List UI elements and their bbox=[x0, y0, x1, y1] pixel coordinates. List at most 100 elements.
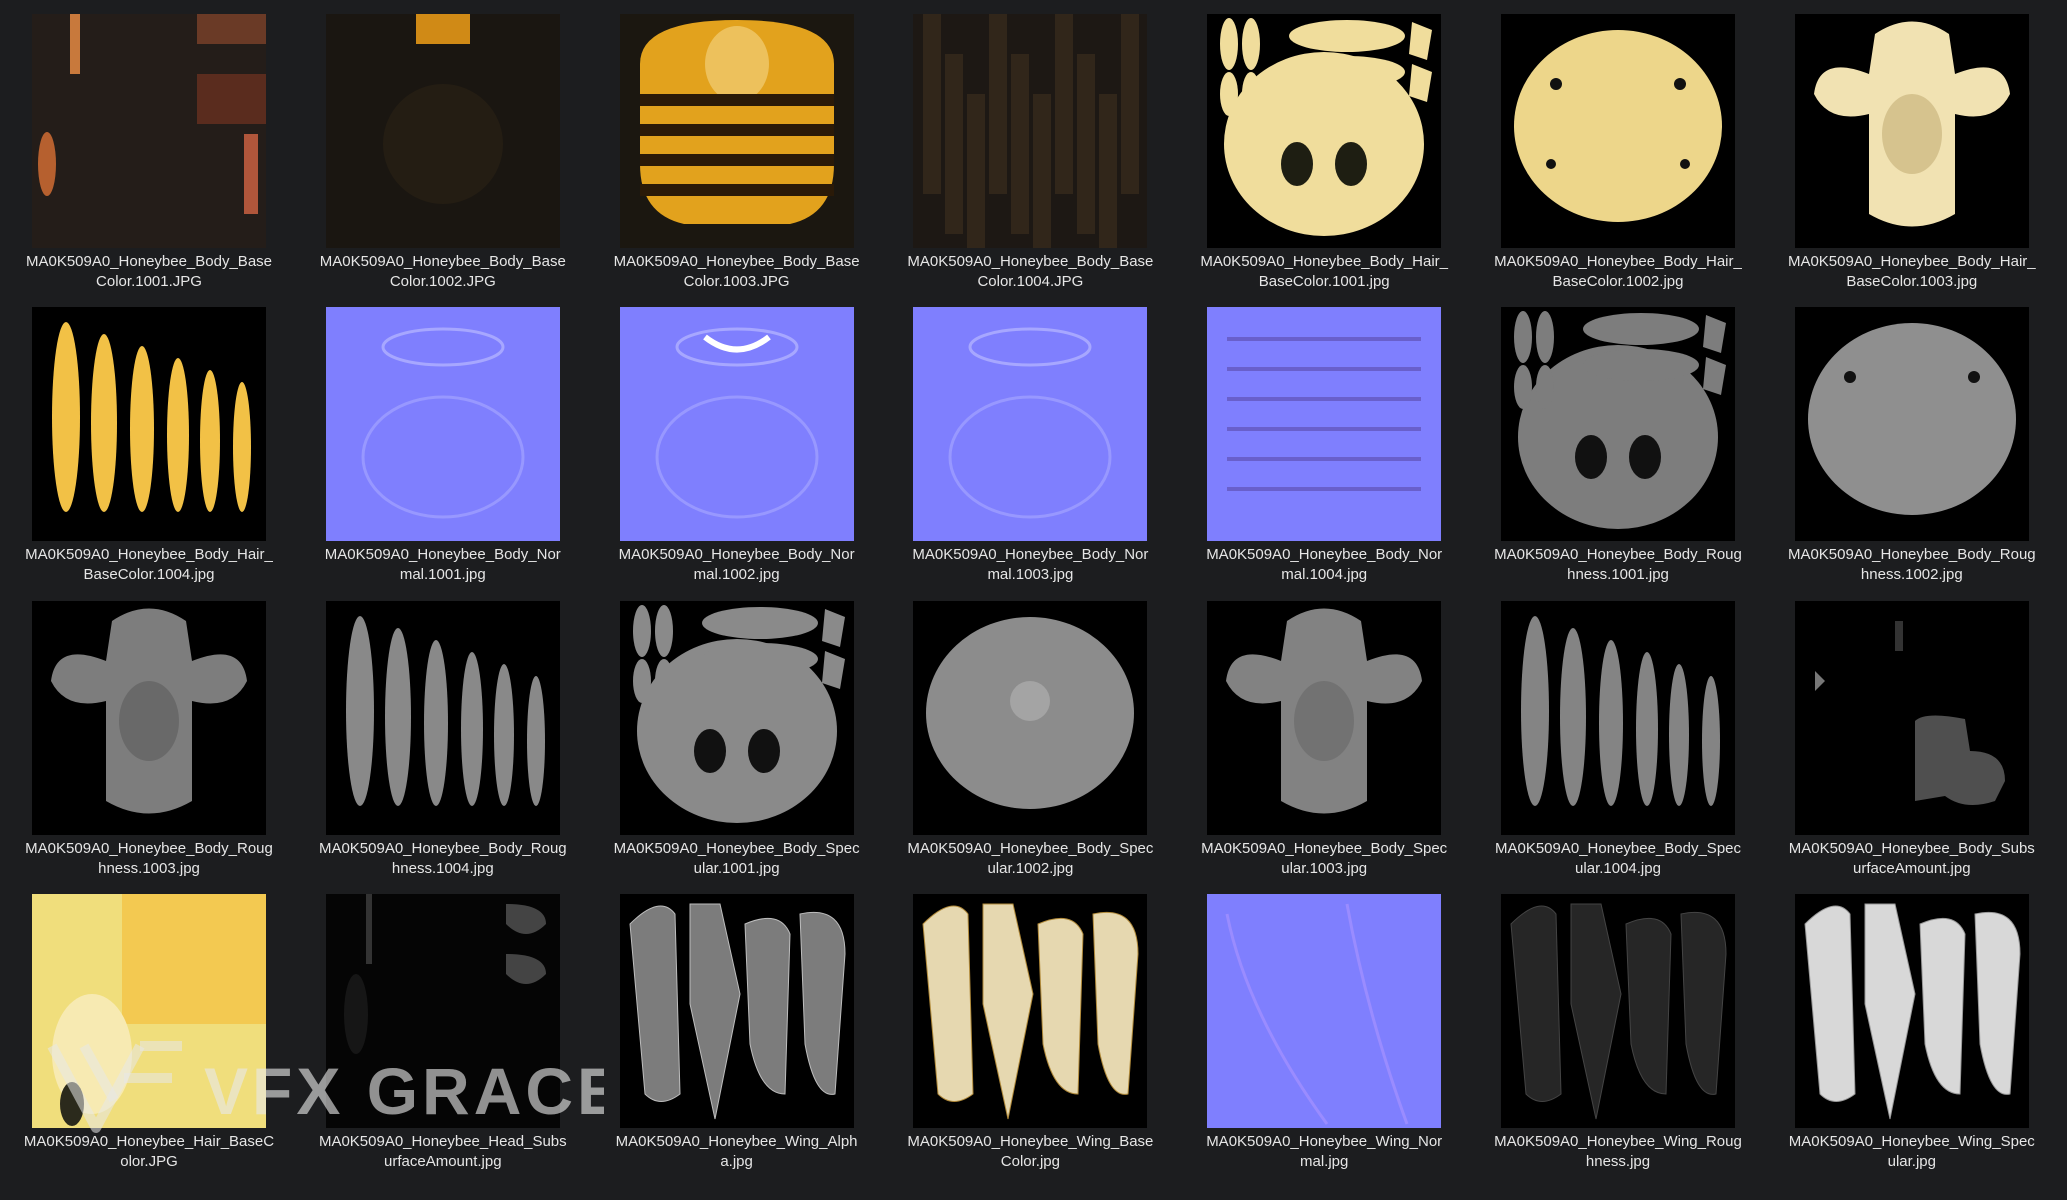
file-name-line-1: MA0K509A0_Honeybee_Body_Roug bbox=[1494, 546, 1742, 564]
file-name: MA0K509A0_Honeybee_Wing_Spec ular.jpg bbox=[1771, 1132, 2053, 1172]
body-subsurface-thumbnail[interactable] bbox=[1794, 600, 2029, 835]
file-name-line-1: MA0K509A0_Honeybee_Body_Base bbox=[907, 253, 1154, 270]
file-item[interactable]: MA0K509A0_Honeybee_Body_Roug hness.1004.j… bbox=[302, 587, 600, 883]
file-item[interactable]: MA0K509A0_Honeybee_Wing_Spec ular.jpg bbox=[1771, 880, 2067, 1176]
file-name: MA0K509A0_Honeybee_Body_Base Color.1003.J… bbox=[596, 252, 878, 292]
file-name-line-1: MA0K509A0_Honeybee_Body_Hair_ bbox=[25, 546, 273, 564]
file-name-line-2: mal.1004.jpg bbox=[1281, 566, 1368, 584]
file-name: MA0K509A0_Honeybee_Body_Hair_ BaseColor.1… bbox=[1183, 252, 1465, 292]
file-item[interactable]: MA0K509A0_Honeybee_Body_Roug hness.1001.j… bbox=[1477, 293, 1775, 589]
file-name-line-1: MA0K509A0_Honeybee_Head_Subs bbox=[318, 1133, 567, 1151]
file-name-line-2: Color.1002.JPG bbox=[389, 273, 496, 290]
file-item[interactable]: MA0K509A0_Honeybee_Body_Spec ular.1003.jp… bbox=[1183, 587, 1481, 883]
file-name-line-1: MA0K509A0_Honeybee_Body_Roug bbox=[1787, 546, 2036, 564]
body-basecolor-1002-thumbnail[interactable] bbox=[325, 14, 560, 248]
file-name-line-1: MA0K509A0_Honeybee_Wing_Nor bbox=[1206, 1133, 1443, 1151]
file-name-line-2: mal.1003.jpg bbox=[987, 566, 1074, 584]
wing-roughness-thumbnail[interactable] bbox=[1501, 894, 1735, 1129]
hair-basecolor-thumbnail[interactable] bbox=[32, 894, 266, 1129]
file-name-line-2: ular.1004.jpg bbox=[1575, 859, 1661, 877]
file-name: MA0K509A0_Honeybee_Body_Roug hness.1002.j… bbox=[1771, 545, 2053, 585]
file-item[interactable]: MA0K509A0_Honeybee_Body_Hair_ BaseColor.1… bbox=[1183, 0, 1481, 296]
file-name: MA0K509A0_Honeybee_Wing_Roug hness.jpg bbox=[1477, 1132, 1759, 1172]
file-name-line-2: urfaceAmount.jpg bbox=[1853, 859, 1971, 877]
head-subsurface-thumbnail[interactable] bbox=[325, 894, 560, 1129]
file-item[interactable]: MA0K509A0_Honeybee_Head_Subs urfaceAmount… bbox=[302, 880, 600, 1176]
roughness-1003-thumbnail[interactable] bbox=[32, 600, 266, 835]
normal-1003-thumbnail[interactable] bbox=[913, 307, 1148, 542]
file-item[interactable]: MA0K509A0_Honeybee_Wing_Base Color.jpg bbox=[889, 880, 1187, 1176]
file-name-line-1: MA0K509A0_Honeybee_Body_Nor bbox=[912, 546, 1149, 564]
file-item[interactable]: MA0K509A0_Honeybee_Body_Nor mal.1001.jpg bbox=[302, 293, 600, 589]
file-item[interactable]: MA0K509A0_Honeybee_Body_Subs urfaceAmount… bbox=[1771, 587, 2067, 883]
file-name: MA0K509A0_Honeybee_Body_Roug hness.1001.j… bbox=[1477, 545, 1759, 585]
file-item[interactable]: MA0K509A0_Honeybee_Body_Base Color.1004.J… bbox=[889, 0, 1187, 296]
wing-basecolor-thumbnail[interactable] bbox=[913, 894, 1148, 1129]
file-name-line-2: Color.1003.JPG bbox=[683, 273, 790, 290]
file-item[interactable]: MA0K509A0_Honeybee_Body_Roug hness.1002.j… bbox=[1771, 293, 2067, 589]
specular-1004-thumbnail[interactable] bbox=[1501, 600, 1735, 835]
file-item[interactable]: MA0K509A0_Honeybee_Body_Base Color.1002.J… bbox=[302, 0, 600, 296]
file-name-line-2: hness.jpg bbox=[1585, 1153, 1651, 1171]
specular-1003-thumbnail[interactable] bbox=[1207, 600, 1442, 835]
wing-specular-thumbnail[interactable] bbox=[1794, 894, 2029, 1129]
file-name: MA0K509A0_Honeybee_Body_Nor mal.1001.jpg bbox=[302, 545, 584, 585]
file-name-line-2: ular.1002.jpg bbox=[987, 859, 1074, 877]
body-basecolor-1003-thumbnail[interactable] bbox=[619, 14, 854, 248]
file-item[interactable]: MA0K509A0_Honeybee_Body_Spec ular.1001.jp… bbox=[596, 587, 894, 883]
file-name-line-1: MA0K509A0_Honeybee_Body_Spec bbox=[613, 839, 860, 857]
roughness-1004-thumbnail[interactable] bbox=[325, 600, 560, 835]
normal-1004-thumbnail[interactable] bbox=[1207, 307, 1442, 542]
normal-1001-thumbnail[interactable] bbox=[325, 307, 560, 542]
file-name: MA0K509A0_Honeybee_Body_Nor mal.1003.jpg bbox=[889, 545, 1171, 585]
file-name-line-1: MA0K509A0_Honeybee_Body_Hair_ bbox=[1787, 253, 2036, 270]
file-item[interactable]: MA0K509A0_Honeybee_Body_Hair_ BaseColor.1… bbox=[1477, 0, 1775, 296]
file-name-line-2: ular.1001.jpg bbox=[693, 859, 780, 877]
file-item[interactable]: MA0K509A0_Honeybee_Body_Base Color.1001.J… bbox=[8, 0, 306, 296]
file-name-line-2: ular.1003.jpg bbox=[1281, 859, 1368, 877]
file-name-line-1: MA0K509A0_Honeybee_Body_Hair_ bbox=[1494, 253, 1742, 270]
file-name: MA0K509A0_Honeybee_Body_Hair_ BaseColor.1… bbox=[1477, 252, 1759, 292]
wing-alpha-thumbnail[interactable] bbox=[619, 894, 854, 1129]
file-name-line-2: urfaceAmount.jpg bbox=[384, 1153, 502, 1171]
file-name: MA0K509A0_Honeybee_Body_Spec ular.1002.jp… bbox=[889, 839, 1171, 879]
file-item[interactable]: MA0K509A0_Honeybee_Body_Spec ular.1004.jp… bbox=[1477, 587, 1775, 883]
roughness-1001-thumbnail[interactable] bbox=[1501, 307, 1735, 542]
thumbnail-grid: MA0K509A0_Honeybee_Body_Base Color.1001.J… bbox=[8, 0, 2067, 1200]
file-name-line-2: a.jpg bbox=[720, 1153, 753, 1171]
hair-basecolor-1003-thumbnail[interactable] bbox=[1794, 14, 2029, 248]
file-name-line-2: hness.1003.jpg bbox=[98, 859, 200, 877]
file-name-line-2: mal.1002.jpg bbox=[693, 566, 780, 584]
specular-1001-thumbnail[interactable] bbox=[619, 600, 854, 835]
file-item[interactable]: MA0K509A0_Honeybee_Body_Hair_ BaseColor.1… bbox=[8, 293, 306, 589]
file-item[interactable]: MA0K509A0_Honeybee_Wing_Roug hness.jpg bbox=[1477, 880, 1775, 1176]
file-item[interactable]: MA0K509A0_Honeybee_Body_Spec ular.1002.jp… bbox=[889, 587, 1187, 883]
hair-basecolor-1004-thumbnail[interactable] bbox=[32, 307, 266, 542]
file-item[interactable]: MA0K509A0_Honeybee_Wing_Alph a.jpg bbox=[596, 880, 894, 1176]
file-name-line-2: olor.JPG bbox=[120, 1153, 178, 1171]
file-name: MA0K509A0_Honeybee_Body_Nor mal.1002.jpg bbox=[596, 545, 878, 585]
file-name-line-2: Color.jpg bbox=[1000, 1153, 1060, 1171]
body-basecolor-1004-thumbnail[interactable] bbox=[913, 14, 1148, 248]
hair-basecolor-1001-thumbnail[interactable] bbox=[1207, 14, 1442, 248]
file-name: MA0K509A0_Honeybee_Body_Roug hness.1004.j… bbox=[302, 839, 584, 879]
file-name-line-2: hness.1001.jpg bbox=[1567, 566, 1669, 584]
file-name-line-2: mal.jpg bbox=[1300, 1153, 1349, 1171]
file-name-line-2: hness.1002.jpg bbox=[1860, 566, 1963, 584]
file-item[interactable]: MA0K509A0_Honeybee_Body_Nor mal.1004.jpg bbox=[1183, 293, 1481, 589]
file-item[interactable]: MA0K509A0_Honeybee_Body_Nor mal.1002.jpg bbox=[596, 293, 894, 589]
file-name-line-2: BaseColor.1003.jpg bbox=[1846, 273, 1978, 290]
file-item[interactable]: MA0K509A0_Honeybee_Body_Roug hness.1003.j… bbox=[8, 587, 306, 883]
file-item[interactable]: MA0K509A0_Honeybee_Hair_BaseC olor.JPG bbox=[8, 880, 306, 1176]
hair-basecolor-1002-thumbnail[interactable] bbox=[1501, 14, 1735, 248]
file-item[interactable]: MA0K509A0_Honeybee_Body_Nor mal.1003.jpg bbox=[889, 293, 1187, 589]
file-item[interactable]: MA0K509A0_Honeybee_Body_Hair_ BaseColor.1… bbox=[1771, 0, 2067, 296]
file-name: MA0K509A0_Honeybee_Body_Subs urfaceAmount… bbox=[1771, 839, 2053, 879]
file-item[interactable]: MA0K509A0_Honeybee_Body_Base Color.1003.J… bbox=[596, 0, 894, 296]
wing-normal-thumbnail[interactable] bbox=[1207, 894, 1442, 1129]
roughness-1002-thumbnail[interactable] bbox=[1794, 307, 2029, 542]
specular-1002-thumbnail[interactable] bbox=[913, 600, 1148, 835]
normal-1002-thumbnail[interactable] bbox=[619, 307, 854, 542]
body-basecolor-1001-thumbnail[interactable] bbox=[32, 14, 266, 248]
file-item[interactable]: MA0K509A0_Honeybee_Wing_Nor mal.jpg bbox=[1183, 880, 1481, 1176]
